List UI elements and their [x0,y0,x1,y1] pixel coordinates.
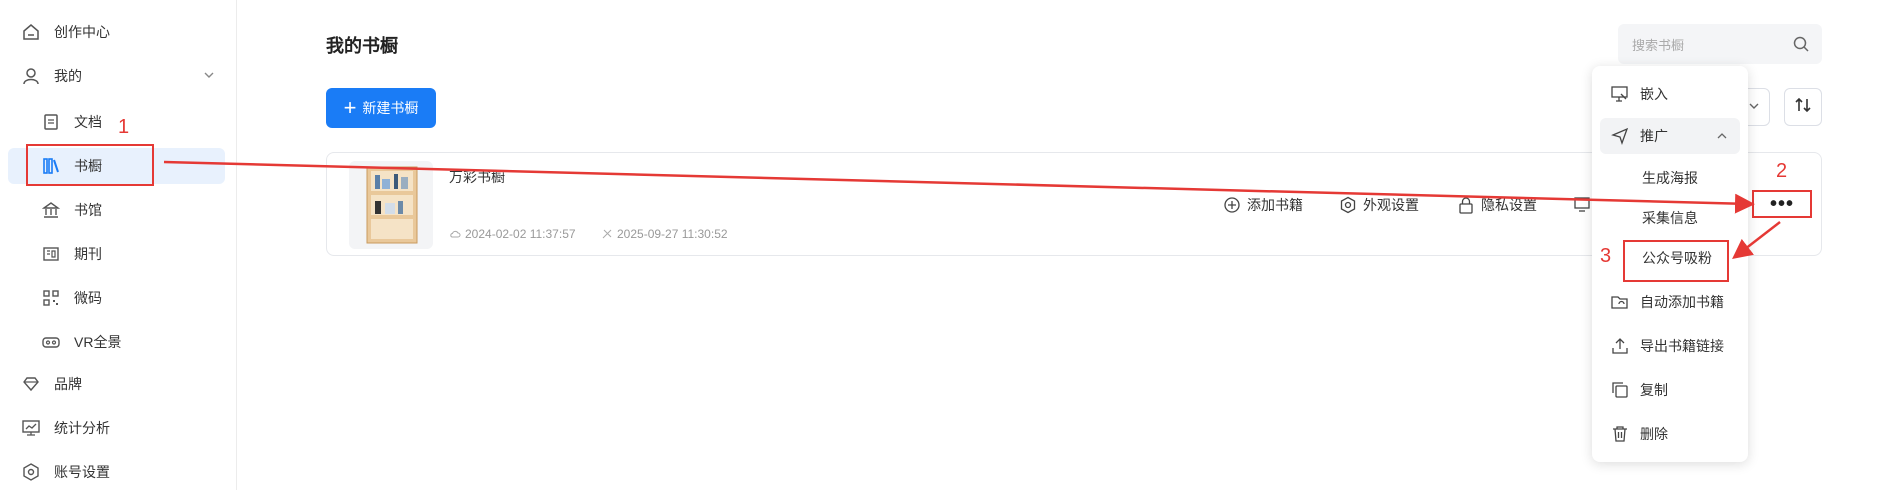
annotation-arrows [163,160,1781,260]
annotation-arrow-1 [163,160,1755,214]
annotation-arrow-2 [1732,221,1781,260]
